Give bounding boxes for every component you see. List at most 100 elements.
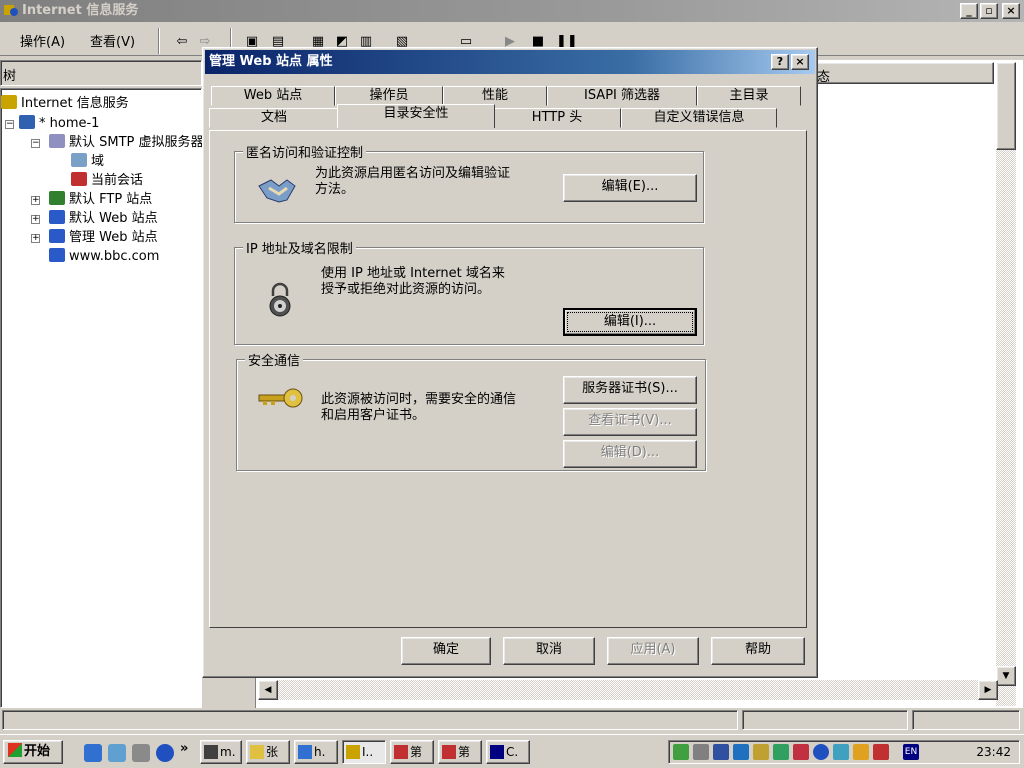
domain-icon [71,153,87,167]
menu-view[interactable]: 查看(V) [90,31,135,50]
server-certificate-button[interactable]: 服务器证书(S)... [563,376,697,404]
tree-item-default-web[interactable]: 默认 Web 站点 [49,210,158,228]
tray-icon[interactable] [773,744,789,760]
tray-icon[interactable] [833,744,849,760]
clock[interactable]: 23:42 [976,741,1011,763]
tree-item-label: 默认 FTP 站点 [69,192,153,207]
web-site-icon [49,210,65,224]
collapse-icon[interactable]: − [31,139,40,148]
task-button[interactable]: 第 [390,740,434,764]
ip-restrictions-desc: 使用 IP 地址或 Internet 域名来 授予或拒绝对此资源的访问。 [321,266,505,298]
group-title: 匿名访问和验证控制 [243,142,367,161]
tray-icon[interactable] [733,744,749,760]
properties-dialog[interactable]: 管理 Web 站点 属性 ? × Web 站点 操作员 性能 ISAPI 筛选器… [202,47,818,678]
media-icon[interactable] [813,744,829,760]
collapse-icon[interactable]: − [5,120,14,129]
tray-icon[interactable] [873,744,889,760]
secure-communications-group: 安全通信 此资源被访问时，需要安全的通信 和启用客户证书。 服务器证书(S)..… [236,350,706,471]
desc-line: 此资源被访问时，需要安全的通信 [321,392,517,407]
tree-item-server[interactable]: * home-1 [19,115,99,133]
task-button[interactable]: 第 [438,740,482,764]
tab-performance[interactable]: 性能 [443,86,547,106]
tray-icon[interactable] [753,744,769,760]
apply-button[interactable]: 应用(A) [607,637,699,665]
column-header-status[interactable]: 态 [812,62,994,85]
scroll-down-arrow-icon[interactable]: ▼ [996,666,1016,686]
tree-item-label: Internet 信息服务 [21,96,129,111]
tree-item-iis[interactable]: Internet 信息服务 [1,95,129,113]
task-button[interactable]: 张 [246,740,290,764]
secure-communications-desc: 此资源被访问时，需要安全的通信 和启用客户证书。 [321,392,516,424]
horizontal-scrollbar[interactable]: ◀ ▶ [258,680,998,700]
quick-launch-more[interactable]: » [180,741,188,756]
context-help-button[interactable]: ? [771,54,789,70]
antivirus-icon[interactable] [793,744,809,760]
tree-pane[interactable]: Internet 信息服务 − * home-1 − 默认 SMTP 虚拟服务器… [0,88,204,708]
scroll-left-arrow-icon[interactable]: ◀ [258,680,278,700]
tab-isapi-filters[interactable]: ISAPI 筛选器 [547,86,697,106]
task-label: 张 [266,745,279,759]
task-label: 第 [458,745,471,759]
tab-directory-security[interactable]: 目录安全性 [337,104,495,128]
status-cell [912,710,1020,730]
show-desktop-icon[interactable] [132,744,150,762]
cancel-button[interactable]: 取消 [503,637,595,665]
tab-http-headers[interactable]: HTTP 头 [493,108,621,128]
tree-item-smtp[interactable]: 默认 SMTP 虚拟服务器 [49,134,204,152]
tab-documents[interactable]: 文档 [209,108,339,128]
smtp-server-icon [49,134,65,148]
tree-item-ftp[interactable]: 默认 FTP 站点 [49,191,152,209]
toolbar-separator [158,28,160,54]
tree-item-sessions[interactable]: 当前会话 [71,172,143,190]
padlock-icon [269,282,291,317]
expand-icon[interactable]: + [31,196,40,205]
desc-line: 使用 IP 地址或 Internet 域名来 [321,266,505,281]
tab-custom-errors[interactable]: 自定义错误信息 [621,108,777,128]
view-certificate-button[interactable]: 查看证书(V)... [563,408,697,436]
folder-icon [250,745,264,759]
minimize-button[interactable]: _ [960,3,978,19]
ime-indicator-icon[interactable]: EN [903,744,919,760]
media-icon[interactable] [156,744,174,762]
close-button[interactable]: × [1002,3,1020,19]
tree-item-domains[interactable]: 域 [71,153,104,171]
task-button-active[interactable]: I.. [342,740,386,764]
back-arrow-icon[interactable]: ⇦ [172,33,192,51]
task-label: m. [220,745,236,759]
ip-edit-button[interactable]: 编辑(I)... [563,308,697,336]
network-icon[interactable] [713,744,729,760]
key-icon [258,388,303,408]
computer-icon [19,115,35,129]
task-button[interactable]: h. [294,740,338,764]
console-icon [490,745,504,759]
scroll-thumb[interactable] [996,62,1016,150]
scroll-right-arrow-icon[interactable]: ▶ [978,680,998,700]
group-title: IP 地址及域名限制 [243,238,356,257]
tab-web-site[interactable]: Web 站点 [211,86,335,106]
tray-icon[interactable] [853,744,869,760]
expand-icon[interactable]: + [31,234,40,243]
ftp-site-icon [49,191,65,205]
ok-button[interactable]: 确定 [401,637,491,665]
start-button[interactable]: 开始 [3,740,63,764]
tree-item-bbc[interactable]: www.bbc.com [49,248,159,266]
dialog-close-button[interactable]: × [791,54,809,70]
help-button[interactable]: 帮助 [711,637,805,665]
secure-edit-button[interactable]: 编辑(D)... [563,440,697,468]
ie-icon[interactable] [84,744,102,762]
task-button[interactable]: C. [486,740,530,764]
menu-action[interactable]: 操作(A) [20,31,65,50]
maximize-button[interactable]: ▫ [980,3,998,19]
volume-icon[interactable] [693,744,709,760]
dialog-title-bar[interactable]: 管理 Web 站点 属性 ? × [205,50,815,74]
expand-icon[interactable]: + [31,215,40,224]
outlook-icon[interactable] [108,744,126,762]
anonymous-edit-button[interactable]: 编辑(E)... [563,174,697,202]
vertical-scrollbar[interactable]: ▼ [996,62,1016,706]
main-title-bar[interactable]: Internet 信息服务 _ ▫ × [0,0,1024,22]
tree-item-admin-web[interactable]: 管理 Web 站点 [49,229,158,247]
tray-icon[interactable] [673,744,689,760]
tab-operators[interactable]: 操作员 [335,86,443,106]
tab-home-directory[interactable]: 主目录 [697,86,801,106]
task-button[interactable]: m. [200,740,242,764]
